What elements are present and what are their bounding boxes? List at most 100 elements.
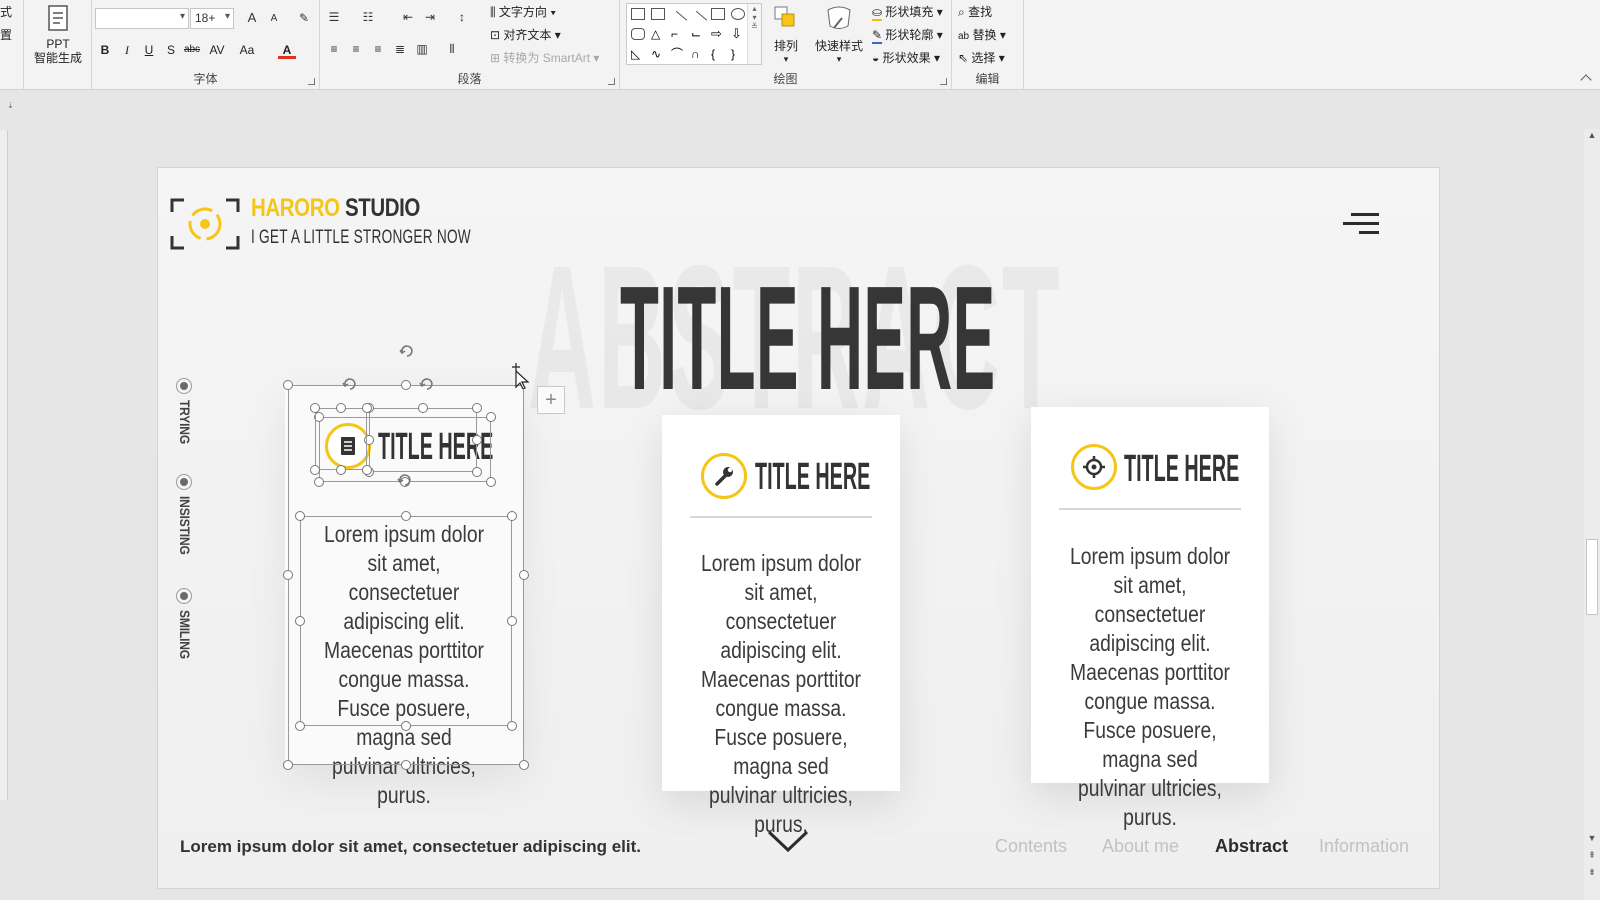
icon-handle-tr[interactable] [362, 403, 372, 413]
left-stub-b[interactable]: 置 [0, 26, 12, 43]
icon-handle-tl[interactable] [310, 403, 320, 413]
left-stub-a[interactable]: 式 [0, 3, 12, 20]
down-arrow-shape-icon[interactable]: ⇩ [731, 27, 745, 40]
scroll-up-icon[interactable]: ▲ [1587, 130, 1597, 140]
right-brace-shape-icon[interactable]: } [731, 48, 745, 60]
scribble-shape-icon[interactable]: ∿ [651, 48, 665, 60]
align-right-icon[interactable]: ≡ [370, 41, 386, 57]
body-handle-bl[interactable] [295, 721, 305, 731]
selection-frame-icon[interactable] [315, 408, 367, 470]
header-handle-bl[interactable] [314, 477, 324, 487]
replace-button[interactable]: ab 替换 ▾ [958, 26, 1006, 43]
paragraph-dialog-launcher-icon[interactable] [608, 78, 615, 85]
increase-indent-icon[interactable]: ⇥ [422, 9, 438, 25]
previous-slide-icon[interactable]: ⇞ [1587, 850, 1597, 861]
shape-fill-button[interactable]: ⛀ 形状填充 ▾ [872, 3, 943, 21]
title-handle-tc[interactable] [418, 403, 428, 413]
card-3-icon-circle[interactable] [1071, 444, 1117, 490]
card-2-icon-circle[interactable] [701, 453, 747, 499]
quick-styles-button[interactable]: 快速样式 ▾ [810, 4, 868, 65]
resize-handle-mr[interactable] [519, 570, 529, 580]
footer-nav-abstract[interactable]: Abstract [1215, 836, 1288, 857]
card-2-title[interactable]: TITLE HERE [755, 456, 870, 499]
footer-nav-about-me[interactable]: About me [1102, 836, 1179, 857]
side-nav-dot-smiling[interactable] [176, 588, 192, 604]
clear-format-icon[interactable]: ✎ [296, 10, 312, 26]
next-slide-icon[interactable]: ⇟ [1587, 867, 1597, 878]
card-2-body[interactable]: Lorem ipsum dolor sit amet, consectetuer… [698, 549, 864, 839]
numbering-icon[interactable]: ☷ [360, 9, 376, 25]
font-name-combo[interactable] [95, 8, 189, 29]
ppt-ai-button[interactable]: PPT 智能生成 [32, 4, 84, 65]
vertical-textbox-shape-icon[interactable] [651, 8, 665, 20]
decrease-indent-icon[interactable]: ⇤ [400, 9, 416, 25]
elbow-arrow-shape-icon[interactable]: ⌙ [691, 28, 705, 40]
find-button[interactable]: ⌕ 查找 [958, 3, 992, 20]
shadow-button[interactable]: S [162, 41, 180, 59]
oval-shape-icon[interactable] [731, 8, 745, 20]
resize-handle-br[interactable] [519, 760, 529, 770]
bullets-icon[interactable]: ☰ [326, 9, 342, 25]
char-spacing-button[interactable]: AV [206, 41, 228, 59]
body-handle-tr[interactable] [507, 511, 517, 521]
feature-card-3[interactable]: TITLE HERE Lorem ipsum dolor sit amet, c… [1031, 407, 1269, 830]
side-nav-label-insisting[interactable]: INSISTING [177, 496, 193, 555]
strikethrough-button[interactable]: abc [180, 41, 204, 59]
feature-card-2[interactable]: TITLE HERE Lorem ipsum dolor sit amet, c… [662, 415, 900, 837]
selection-frame-body[interactable] [300, 516, 512, 726]
textbox-shape-icon[interactable] [631, 8, 645, 20]
rounded-rect-shape-icon[interactable] [631, 28, 645, 40]
icon-handle-tc[interactable] [336, 403, 346, 413]
slide-main-title[interactable]: TITLE HERE [620, 254, 996, 424]
body-handle-tl[interactable] [295, 511, 305, 521]
underline-button[interactable]: U [140, 41, 158, 59]
shapes-gallery-scroll[interactable]: ▴ ▾ ≚ [747, 4, 761, 64]
title-handle-tr[interactable] [472, 403, 482, 413]
arrange-button[interactable]: 排列 ▾ [766, 4, 806, 65]
text-direction-button[interactable]: ⫼ 文字方向 ▾ [490, 3, 556, 20]
title-handle-br[interactable] [472, 467, 482, 477]
footer-nav-contents[interactable]: Contents [995, 836, 1067, 857]
qat-caret-icon[interactable]: ⇣ [7, 101, 14, 110]
rotate-handle-group-icon[interactable] [398, 342, 416, 360]
body-handle-ml[interactable] [295, 616, 305, 626]
distributed-icon[interactable]: ▥ [414, 41, 430, 57]
slide-canvas[interactable]: HARORO STUDIO I GET A LITTLE STRONGER NO… [157, 167, 1440, 889]
shape-effects-button[interactable]: ◒ 形状效果 ▾ [872, 49, 940, 66]
card-3-title[interactable]: TITLE HERE [1124, 448, 1239, 491]
italic-button[interactable]: I [118, 41, 136, 59]
change-case-button[interactable]: Aa [236, 41, 258, 59]
rotate-handle-header-icon[interactable] [396, 471, 414, 489]
chevron-down-icon[interactable] [766, 828, 810, 854]
side-nav-label-smiling[interactable]: SMILING [177, 610, 193, 659]
align-left-icon[interactable]: ≡ [326, 41, 342, 57]
resize-handle-bl[interactable] [283, 760, 293, 770]
resize-handle-ml[interactable] [283, 570, 293, 580]
resize-handle-bc[interactable] [401, 760, 411, 770]
footer-caption[interactable]: Lorem ipsum dolor sit amet, consectetuer… [180, 837, 641, 857]
font-dialog-launcher-icon[interactable] [308, 78, 315, 85]
icon-handle-bl[interactable] [310, 465, 320, 475]
header-handle-tr[interactable] [486, 412, 496, 422]
justify-icon[interactable]: ≣ [392, 41, 408, 57]
icon-handle-bc[interactable] [336, 465, 346, 475]
elbow-connector-shape-icon[interactable]: ⌐ [671, 28, 685, 40]
collapse-ribbon-icon[interactable] [1580, 74, 1592, 86]
shapes-gallery[interactable]: △ ⌐ ⌙ ⇨ ⇩ ◺ ∿ ⌒ ∩ { } ▴ ▾ ≚ [626, 3, 762, 65]
resize-handle-tc[interactable] [401, 380, 411, 390]
side-nav-dot-insisting[interactable] [176, 474, 192, 490]
body-handle-tc[interactable] [401, 511, 411, 521]
columns-icon[interactable]: ⫴ [444, 41, 460, 57]
scroll-down-icon[interactable]: ▼ [1587, 833, 1597, 843]
arc-shape-icon[interactable]: ⌒ [671, 48, 685, 60]
layout-options-plus-button[interactable]: + [537, 386, 565, 414]
line-spacing-icon[interactable]: ↕ [454, 9, 470, 25]
left-brace-shape-icon[interactable]: { [711, 48, 725, 60]
shrink-font-button[interactable]: A [266, 11, 282, 27]
selection-frame-title[interactable] [369, 408, 477, 472]
rectangle-shape-icon[interactable] [711, 8, 725, 20]
triangle-shape-icon[interactable]: △ [651, 28, 665, 40]
shape-outline-button[interactable]: ✎ 形状轮廓 ▾ [872, 26, 943, 44]
align-center-icon[interactable]: ≡ [348, 41, 364, 57]
freeform-shape-icon[interactable]: ◺ [631, 48, 645, 60]
